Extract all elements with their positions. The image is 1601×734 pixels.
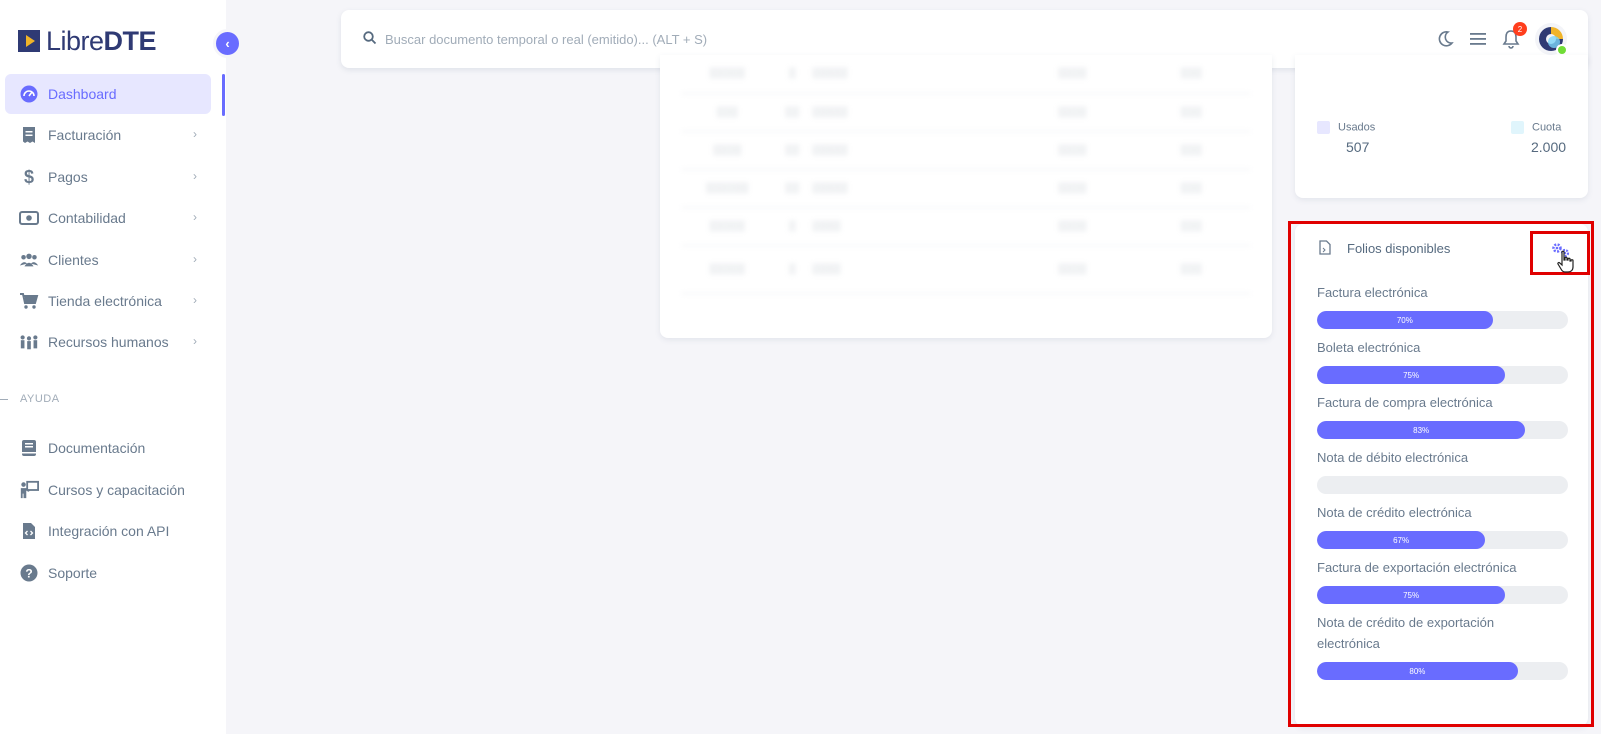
table-row: ░░░░░░░░░░░░░░░░░░: [682, 131, 1250, 170]
sidebar-item-documentacion[interactable]: Documentación: [5, 428, 211, 468]
dashboard-icon: [19, 84, 39, 104]
brand-logo[interactable]: LibreDTE: [18, 25, 157, 56]
table-row: ░░░░░░░░░░░░░░░░░░: [682, 55, 1250, 94]
bell-icon[interactable]: 2: [1500, 22, 1527, 50]
search-icon: [363, 31, 377, 45]
sidebar-item-label: Tienda electrónica: [48, 293, 162, 309]
code-file-icon: [19, 521, 39, 541]
sidebar-item-label: Integración con API: [48, 523, 170, 539]
chevron-right-icon: ›: [193, 334, 197, 348]
users-icon: [19, 250, 39, 270]
usage-card: Usados 507 Cuota 2.000: [1295, 55, 1588, 198]
invoice-icon: [19, 125, 39, 145]
documents-table-card: ░░░░░ ░ ░░░░░ ░░░░ ░░░ ░░░ ░░ ░░░░░ ░░░░ ░░░ ░░░…: [660, 55, 1272, 338]
sidebar-item-dashboard[interactable]: Dashboard: [5, 74, 211, 114]
sidebar: LibreDTE Dashboard Facturación › $ Pagos…: [0, 0, 226, 734]
money-icon: [19, 208, 39, 228]
brand-suffix: DTE: [103, 25, 157, 56]
chevron-right-icon: ›: [193, 210, 197, 224]
avatar[interactable]: [1534, 22, 1568, 56]
sidebar-item-cursos[interactable]: Cursos y capacitación: [5, 470, 211, 510]
cart-icon: [19, 291, 39, 311]
search-input[interactable]: [385, 28, 985, 50]
table-row: ░░░░░░░░░░░░░░░░░: [682, 245, 1250, 294]
logo-icon: [18, 30, 40, 52]
collapse-sidebar-button[interactable]: ‹: [213, 29, 242, 58]
sidebar-item-label: Documentación: [48, 440, 146, 456]
sidebar-item-soporte[interactable]: ? Soporte: [5, 553, 211, 593]
legend-quota: Cuota: [1511, 121, 1561, 134]
question-icon: ?: [19, 563, 39, 583]
menu-header-label: AYUDA: [20, 393, 60, 405]
quota-value: 2.000: [1531, 139, 1567, 155]
chevron-right-icon: ›: [193, 169, 197, 183]
sidebar-item-label: Contabilidad: [48, 210, 126, 226]
notification-badge: 2: [1513, 22, 1527, 36]
hand-cursor-icon: [1556, 250, 1576, 274]
menu-icon[interactable]: [1467, 28, 1489, 50]
used-value: 507: [1346, 139, 1370, 155]
sidebar-item-pagos[interactable]: $ Pagos ›: [5, 157, 211, 197]
table-row: ░░░░░░░░░░░░░░░░░: [682, 207, 1250, 246]
sidebar-item-clientes[interactable]: Clientes ›: [5, 240, 211, 280]
sidebar-item-recursos-humanos[interactable]: Recursos humanos ›: [5, 322, 211, 362]
documents-table: ░░░░░ ░ ░░░░░ ░░░░ ░░░ ░░░ ░░ ░░░░░ ░░░░ ░░░ ░░░…: [682, 55, 1250, 294]
sidebar-item-label: Soporte: [48, 565, 98, 581]
chevron-right-icon: ›: [193, 293, 197, 307]
active-menu-indicator: [222, 74, 225, 116]
legend-swatch-quota: [1511, 121, 1524, 134]
chevron-right-icon: ›: [193, 127, 197, 141]
moon-icon[interactable]: [1434, 28, 1456, 50]
legend-used: Usados: [1317, 121, 1375, 134]
book-icon: [19, 438, 39, 458]
brand-prefix: Libre: [46, 25, 104, 56]
menu-header-ayuda: AYUDA: [0, 393, 60, 405]
chevron-right-icon: ›: [193, 252, 197, 266]
sidebar-item-facturacion[interactable]: Facturación ›: [5, 115, 211, 155]
sidebar-item-label: Pagos: [48, 169, 88, 185]
sidebar-item-label: Recursos humanos: [48, 334, 169, 350]
people-icon: [19, 332, 39, 352]
table-row: ░░░░░░░░░░░░░░░░░: [682, 93, 1250, 132]
sidebar-item-label: Dashboard: [48, 86, 117, 102]
highlight-box-folios: [1288, 221, 1594, 727]
teacher-icon: [19, 480, 39, 500]
svg-text:?: ?: [25, 567, 32, 581]
legend-swatch-used: [1317, 121, 1330, 134]
legend-used-label: Usados: [1338, 121, 1376, 134]
sidebar-item-label: Cursos y capacitación: [48, 482, 185, 498]
sidebar-item-label: Clientes: [48, 252, 99, 268]
legend-quota-label: Cuota: [1532, 121, 1562, 134]
sidebar-item-tienda[interactable]: Tienda electrónica ›: [5, 281, 211, 321]
table-row: ░░░░░░ ░░ ░░░░░ ░░░░ ░░░: [682, 169, 1250, 208]
sidebar-item-contabilidad[interactable]: Contabilidad ›: [5, 198, 211, 238]
sidebar-item-integracion-api[interactable]: Integración con API: [5, 511, 211, 551]
sidebar-item-label: Facturación: [48, 127, 122, 143]
dollar-icon: $: [23, 166, 34, 187]
